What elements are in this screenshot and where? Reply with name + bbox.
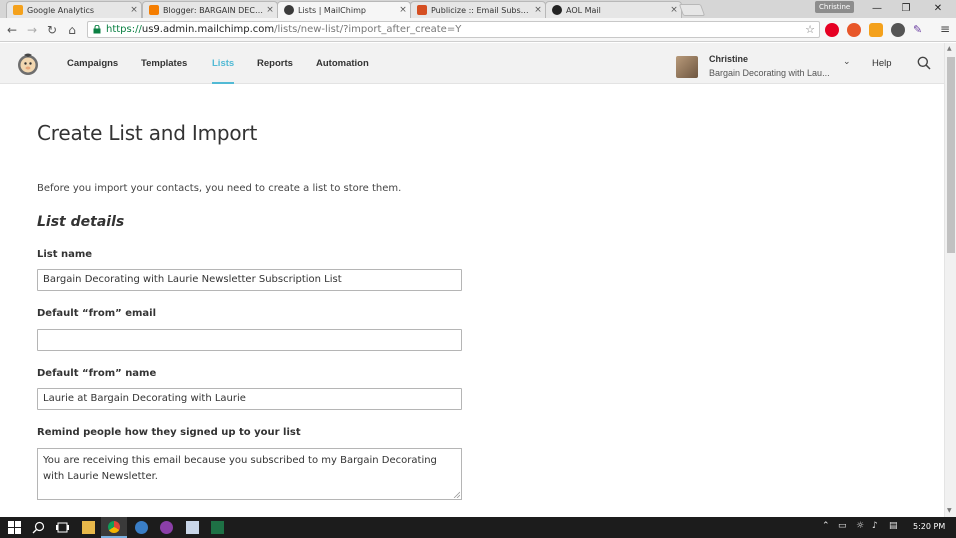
media-player-icon[interactable] <box>135 521 148 534</box>
bookmark-star-icon[interactable]: ☆ <box>805 22 815 37</box>
nav-templates[interactable]: Templates <box>141 43 187 84</box>
stumbleupon-icon[interactable] <box>847 23 861 37</box>
page-title: Create List and Import <box>37 121 258 145</box>
system-clock[interactable]: 5:20 PM <box>913 522 945 531</box>
wifi-icon[interactable]: ☼ <box>856 521 864 531</box>
tab-blogger[interactable]: Blogger: BARGAIN DECOR × <box>142 1 278 18</box>
list-name-input[interactable]: Bargain Decorating with Laurie Newslette… <box>37 269 462 291</box>
app-icon[interactable] <box>160 521 173 534</box>
url-scheme: https:// <box>106 24 142 35</box>
mailchimp-icon <box>284 5 294 15</box>
nav-automation[interactable]: Automation <box>316 43 369 84</box>
list-name-label: List name <box>37 249 93 260</box>
help-link[interactable]: Help <box>872 43 892 84</box>
new-tab-button[interactable] <box>678 4 706 16</box>
battery-icon[interactable]: ▭ <box>838 521 847 531</box>
file-explorer-icon[interactable] <box>82 521 95 534</box>
task-view-icon[interactable] <box>56 521 69 534</box>
feedburner-icon <box>417 5 427 15</box>
eyedropper-icon[interactable]: ✎ <box>913 23 927 37</box>
url-path: /lists/new-list/?import_after_create=Y <box>274 24 462 35</box>
excel-icon[interactable] <box>211 521 224 534</box>
browser-tab-strip: Google Analytics × Blogger: BARGAIN DECO… <box>0 0 956 18</box>
notifications-icon[interactable]: ▤ <box>889 521 898 531</box>
forward-arrow-icon[interactable]: → <box>24 22 40 38</box>
nav-lists[interactable]: Lists <box>212 43 235 84</box>
intro-text: Before you import your contacts, you nee… <box>37 183 402 194</box>
tab-title: Google Analytics <box>27 5 95 15</box>
blogger-icon <box>149 5 159 15</box>
restore-icon[interactable]: ❐ <box>895 2 917 16</box>
volume-icon[interactable]: ♪ <box>872 521 878 531</box>
tab-title: AOL Mail <box>566 5 601 15</box>
search-icon[interactable] <box>917 56 931 70</box>
analytics-extension-icon[interactable] <box>869 23 883 37</box>
browser-toolbar: ← → ↻ ⌂ https://us9.admin.mailchimp.com/… <box>0 18 956 42</box>
minimize-icon[interactable]: — <box>866 2 888 16</box>
tab-google-analytics[interactable]: Google Analytics × <box>6 1 142 18</box>
notepad-icon[interactable] <box>186 521 199 534</box>
chevron-up-icon[interactable]: ⌃ <box>822 521 830 531</box>
tab-publicize[interactable]: Publicize :: Email Subscripti × <box>410 1 546 18</box>
window-close-icon[interactable]: ✕ <box>927 2 949 16</box>
account-user-name[interactable]: Christine <box>709 54 748 64</box>
google-analytics-icon <box>13 5 23 15</box>
permission-reminder-text: You are receiving this email because you… <box>43 455 437 482</box>
close-icon[interactable]: × <box>531 5 545 15</box>
page-scrollbar[interactable]: ▲ ▼ <box>944 43 956 517</box>
close-icon[interactable]: × <box>396 5 410 15</box>
close-icon[interactable]: × <box>127 5 141 15</box>
aol-icon <box>552 5 562 15</box>
tab-mailchimp-lists[interactable]: Lists | MailChimp × <box>277 1 411 18</box>
back-arrow-icon[interactable]: ← <box>4 22 20 38</box>
section-title: List details <box>37 214 125 230</box>
freddie-logo-icon[interactable] <box>16 52 40 76</box>
reload-icon[interactable]: ↻ <box>44 22 60 38</box>
permission-reminder-label: Remind people how they signed up to your… <box>37 427 301 438</box>
home-icon[interactable]: ⌂ <box>64 22 80 38</box>
scroll-down-icon[interactable]: ▼ <box>947 507 952 514</box>
main-content: Create List and Import Before you import… <box>0 85 944 517</box>
windows-start-icon[interactable] <box>8 521 21 534</box>
from-email-input[interactable] <box>37 329 462 351</box>
lock-icon <box>93 25 101 34</box>
search-icon[interactable] <box>32 521 45 534</box>
tab-title: Lists | MailChimp <box>298 5 366 15</box>
tab-title: Blogger: BARGAIN DECOR <box>163 5 263 15</box>
tab-title: Publicize :: Email Subscripti <box>431 5 531 15</box>
chrome-icon <box>108 521 120 533</box>
close-icon[interactable]: × <box>263 5 277 15</box>
account-org-name[interactable]: Bargain Decorating with Lau... <box>709 68 830 78</box>
extension-badge-icon[interactable] <box>891 23 905 37</box>
from-name-input[interactable]: Laurie at Bargain Decorating with Laurie <box>37 388 462 410</box>
chevron-down-icon[interactable]: ⌄ <box>843 57 851 67</box>
mailchimp-header: Campaigns Templates Lists Reports Automa… <box>0 43 944 84</box>
chrome-menu-icon[interactable]: ≡ <box>940 22 950 36</box>
profile-button[interactable]: Christine <box>815 1 855 13</box>
from-name-label: Default “from” name <box>37 368 157 379</box>
windows-taskbar: ⌃ ▭ ☼ ♪ ▤ 5:20 PM <box>0 517 956 538</box>
scroll-thumb[interactable] <box>947 57 955 253</box>
permission-reminder-textarea[interactable]: You are receiving this email because you… <box>37 448 462 500</box>
address-bar[interactable]: https://us9.admin.mailchimp.com/lists/ne… <box>87 21 820 38</box>
from-email-label: Default “from” email <box>37 308 156 319</box>
url-host: us9.admin.mailchimp.com <box>141 24 275 35</box>
pinterest-icon[interactable] <box>825 23 839 37</box>
chrome-taskbar-active[interactable] <box>101 517 127 538</box>
resize-handle-icon[interactable] <box>453 491 460 498</box>
avatar[interactable] <box>676 56 698 78</box>
nav-campaigns[interactable]: Campaigns <box>67 43 118 84</box>
tab-aol-mail[interactable]: AOL Mail × <box>545 1 682 18</box>
scroll-up-icon[interactable]: ▲ <box>947 45 952 52</box>
nav-reports[interactable]: Reports <box>257 43 293 84</box>
